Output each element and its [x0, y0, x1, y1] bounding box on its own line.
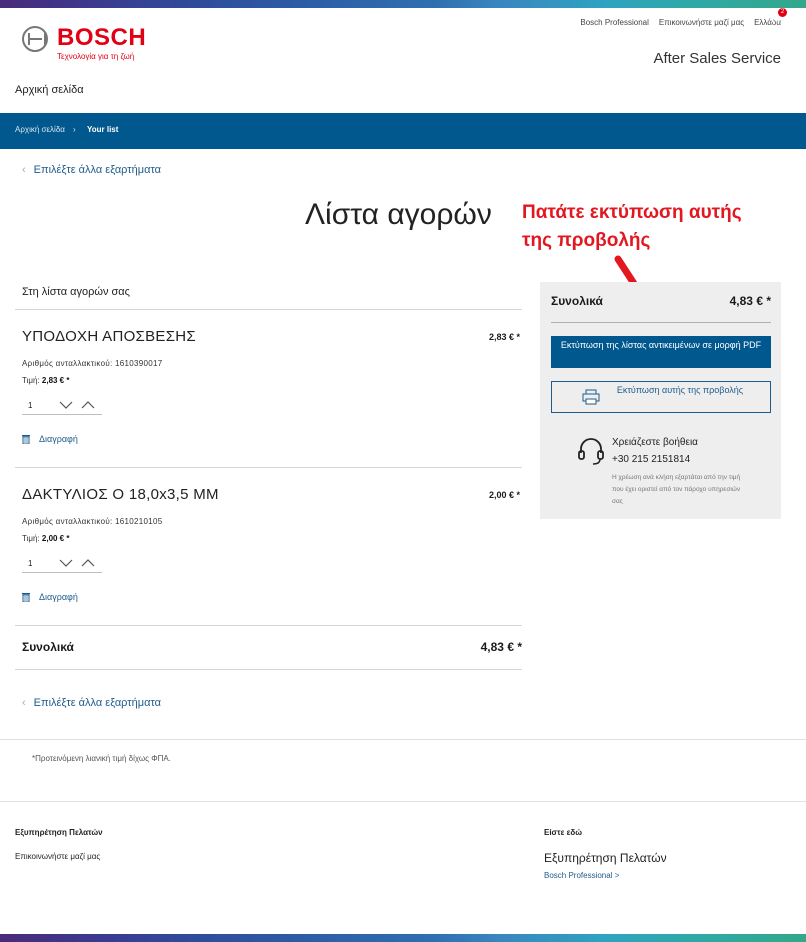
service-title: After Sales Service [653, 50, 781, 67]
item-unit-price: Τιμή: 2,00 € * [22, 534, 69, 543]
help-note: Η χρέωση ανά κλήση εξαρτάται από την τιμ… [612, 474, 741, 505]
top-links: Bosch Professional Επικοινωνήστε μαζί μα… [580, 18, 781, 27]
footer-bosch-professional-link[interactable]: Bosch Professional > [544, 871, 619, 880]
chevron-up-icon[interactable] [81, 400, 95, 410]
delete-item-button[interactable]: Διαγραφή [22, 434, 78, 444]
bosch-logo[interactable]: BOSCH Τεχνολογία για τη ζωή [22, 26, 146, 61]
total-row: Συνολικά 4,83 € * [22, 640, 522, 654]
item-name: ΔΑΚΤΥΛΙΟΣ Ο 18,0x3,5 MM [22, 486, 219, 503]
help-phone[interactable]: +30 215 2151814 [612, 454, 690, 465]
chevron-left-icon: ‹ [22, 697, 26, 709]
quantity-value[interactable]: 1 [28, 401, 32, 410]
divider [0, 739, 806, 740]
bottom-color-strip [0, 934, 806, 942]
unit-price-value: 2,83 € * [41, 376, 70, 385]
annotation-text: Πατάτε εκτύπωση αυτής της προβολής [522, 202, 742, 251]
bosch-armature-icon [22, 26, 48, 52]
headset-icon [578, 438, 604, 465]
unit-price-label: Τιμή: [22, 534, 40, 543]
price-footnote: *Προτεινόμενη λιανική τιμή δίχως ΦΠΑ. [32, 754, 171, 763]
breadcrumb-home[interactable]: Αρχική σελίδα [15, 125, 65, 134]
chevron-up-icon[interactable] [81, 558, 95, 568]
item-name: ΥΠΟΔΟΧΗ ΑΠΟΣΒΕΣΗΣ [22, 328, 197, 345]
top-link-bosch-professional[interactable]: Bosch Professional [580, 18, 648, 27]
unit-price-value: 2,00 € * [41, 534, 70, 543]
item-price: 2,83 € * [488, 332, 520, 342]
delete-label: Διαγραφή [39, 592, 78, 602]
trash-icon [22, 593, 30, 602]
quantity-value[interactable]: 1 [28, 559, 32, 568]
print-view-button[interactable]: Εκτύπωση αυτής της προβολής [551, 381, 771, 413]
panel-total-row: Συνολικά 4,83 € * [551, 294, 771, 308]
footer-heading-customer-service: Εξυπηρέτηση Πελατών [15, 828, 103, 837]
item-price: 2,00 € * [488, 490, 520, 500]
back-to-parts-link[interactable]: ‹ Επιλέξτε άλλα εξαρτήματα [22, 164, 161, 176]
footer-service-label: Εξυπηρέτηση Πελατών [544, 851, 667, 865]
breadcrumb-separator: › [73, 125, 76, 134]
item-part-number: Αριθμός ανταλλακτικού: 1610210105 [22, 517, 163, 526]
chevron-left-icon: ‹ [22, 164, 26, 176]
back-link-label: Επιλέξτε άλλα εξαρτήματα [33, 164, 161, 176]
print-pdf-button[interactable]: Εκτύπωση της λίστας αντικειμένων σε μορφ… [551, 336, 771, 368]
breadcrumb-current: Your list [87, 125, 119, 134]
divider [15, 467, 522, 468]
delete-label: Διαγραφή [39, 434, 78, 444]
quantity-stepper[interactable]: 1 [22, 397, 102, 415]
total-label: Συνολικά [22, 640, 74, 654]
total-value: 4,83 € * [480, 640, 522, 654]
panel-total-label: Συνολικά [551, 294, 603, 308]
divider [15, 309, 522, 310]
cart-count-badge: 2 [778, 8, 787, 17]
back-link-label: Επιλέξτε άλλα εξαρτήματα [33, 697, 161, 709]
top-color-strip [0, 0, 806, 8]
chevron-down-icon[interactable] [59, 400, 73, 410]
delete-item-button[interactable]: Διαγραφή [22, 592, 78, 602]
footer-contact-link[interactable]: Επικοινωνήστε μαζί μας [15, 852, 100, 861]
page-title: Λίστα αγορών [305, 198, 492, 231]
panel-total-value: 4,83 € * [729, 294, 771, 308]
divider [15, 669, 522, 670]
list-subheading: Στη λίστα αγορών σας [22, 286, 130, 298]
footer-heading-you-are-here: Είστε εδώ [544, 828, 583, 837]
breadcrumb-bar: Αρχική σελίδα › Your list [0, 113, 806, 149]
item-unit-price: Τιμή: 2,83 € * [22, 376, 69, 385]
top-link-contact[interactable]: Επικοινωνήστε μαζί μας [659, 18, 744, 27]
brand-tagline: Τεχνολογία για τη ζωή [57, 52, 135, 61]
help-title: Χρειάζεστε βοήθεια [612, 437, 698, 448]
unit-price-label: Τιμή: [22, 376, 40, 385]
divider [15, 625, 522, 626]
item-part-number: Αριθμός ανταλλακτικού: 1610390017 [22, 359, 163, 368]
chevron-down-icon[interactable] [59, 558, 73, 568]
print-view-label: Εκτύπωση αυτής της προβολής [616, 385, 744, 395]
printer-icon [582, 389, 600, 405]
divider [0, 801, 806, 802]
brand-name: BOSCH [57, 24, 147, 51]
trash-icon [22, 435, 30, 444]
home-link[interactable]: Αρχική σελίδα [15, 84, 84, 96]
divider [551, 322, 771, 323]
quantity-stepper[interactable]: 1 [22, 555, 102, 573]
summary-panel: Συνολικά 4,83 € * Εκτύπωση της λίστας αν… [540, 282, 781, 519]
back-to-parts-link-bottom[interactable]: ‹ Επιλέξτε άλλα εξαρτήματα [22, 697, 161, 709]
